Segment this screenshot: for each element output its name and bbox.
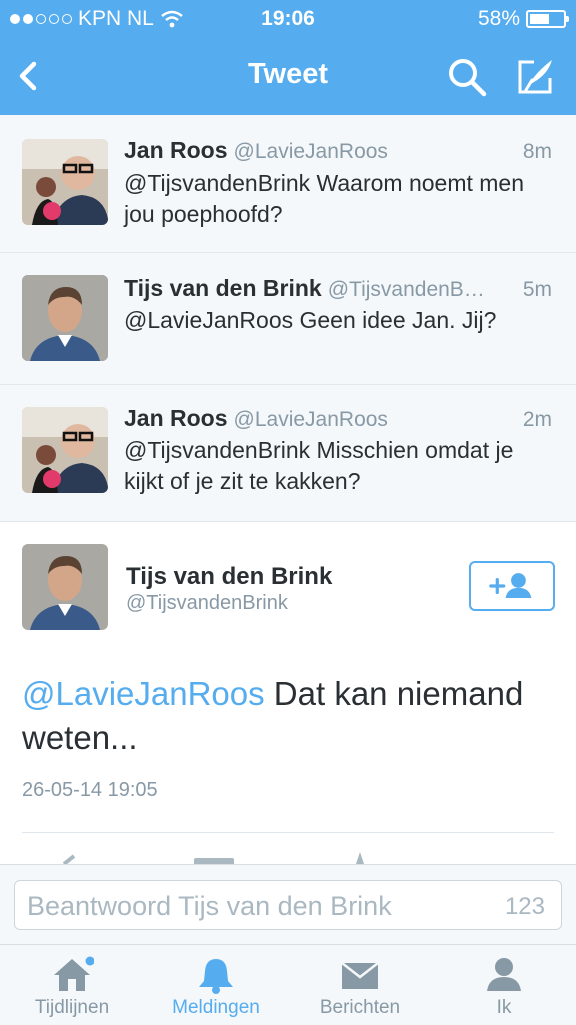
author-name-text: Jan Roos xyxy=(124,405,228,431)
bell-icon xyxy=(199,959,233,994)
author-name-text: Tijs van den Brink xyxy=(124,275,322,301)
battery-percentage: 58% xyxy=(477,7,520,30)
tweet-text: @TijsvandenBrink Misschien omdat je kijk… xyxy=(124,437,514,494)
reply-icon xyxy=(62,854,76,864)
author-handle: @LavieJanRoos xyxy=(233,140,388,163)
author-handle: @TijsvandenB… xyxy=(327,278,485,301)
reply-bar: Beantwoord Tijs van den Brink 123 xyxy=(0,864,576,945)
tweet-timestamp: 8m xyxy=(522,140,552,163)
tab-label: Ik xyxy=(496,997,512,1018)
author-name[interactable]: Tijs van den Brink @TijsvandenB… xyxy=(124,275,485,302)
search-icon[interactable] xyxy=(446,56,488,98)
tab-notifications[interactable]: Meldingen xyxy=(144,945,288,1025)
compose-tweet-icon[interactable] xyxy=(514,56,556,98)
tweet-timestamp: 2m xyxy=(522,408,552,431)
avatar[interactable] xyxy=(22,407,108,493)
tweet-text: @TijsvandenBrink Waarom noemt men jou po… xyxy=(124,170,525,227)
battery-icon xyxy=(526,10,569,28)
author-name[interactable]: Tijs van den Brink xyxy=(126,563,332,591)
tweet-row[interactable]: Jan Roos @LavieJanRoos 2m @TijsvandenBrin… xyxy=(0,385,576,522)
person-icon xyxy=(487,958,521,991)
status-bar: KPN NL 19:06 58% xyxy=(0,0,576,38)
top-bar: KPN NL 19:06 58% Tweet xyxy=(0,0,576,115)
avatar[interactable] xyxy=(22,139,108,225)
tab-bar: Tijdlijnen Meldingen Berichten Ik xyxy=(0,944,576,1025)
divider xyxy=(22,832,554,833)
author-name-text: Jan Roos xyxy=(124,137,228,163)
envelope-icon xyxy=(341,962,379,989)
tab-label: Meldingen xyxy=(172,997,260,1018)
author-handle: @LavieJanRoos xyxy=(233,408,388,431)
page-title: Tweet xyxy=(247,58,329,90)
reply-placeholder: Beantwoord Tijs van den Brink xyxy=(27,891,392,921)
character-count: 123 xyxy=(504,893,545,920)
tweet-row[interactable]: Tijs van den Brink @TijsvandenB… 5m @Lavi… xyxy=(0,253,576,385)
action-bar xyxy=(62,852,364,864)
nav-bar: Tweet xyxy=(0,38,576,115)
focused-tweet: Tijs van den Brink @TijsvandenBrink @Lav… xyxy=(0,522,576,864)
home-icon xyxy=(54,956,94,991)
notification-dot-icon xyxy=(85,956,94,966)
favorite-icon xyxy=(356,852,364,864)
avatar[interactable] xyxy=(22,544,108,630)
tweet-row[interactable]: Jan Roos @LavieJanRoos 8m @TijsvandenBrin… xyxy=(0,115,576,253)
tab-me[interactable]: Ik xyxy=(432,945,576,1025)
status-right: 58% xyxy=(477,7,569,31)
tweet-timestamp: 5m xyxy=(522,278,552,301)
reply-input[interactable]: Beantwoord Tijs van den Brink 123 xyxy=(14,880,562,930)
author-handle[interactable]: @TijsvandenBrink xyxy=(126,592,288,615)
author-name[interactable]: Jan Roos @LavieJanRoos xyxy=(124,137,388,164)
tab-label: Tijdlijnen xyxy=(34,997,110,1018)
avatar[interactable] xyxy=(22,275,108,361)
follow-button[interactable] xyxy=(469,561,555,611)
tab-messages[interactable]: Berichten xyxy=(288,945,432,1025)
tweet-text: @LavieJanRoos Geen idee Jan. Jij? xyxy=(124,307,497,333)
tweet-text: @LavieJanRoos Dat kan niemand weten... xyxy=(22,672,562,760)
battery-fill xyxy=(530,14,549,24)
tab-timelines[interactable]: Tijdlijnen xyxy=(0,945,144,1025)
tweet-date: 26-05-14 19:05 xyxy=(22,779,158,801)
mention-link[interactable]: @LavieJanRoos xyxy=(22,675,265,712)
author-name[interactable]: Jan Roos @LavieJanRoos xyxy=(124,405,388,432)
tab-label: Berichten xyxy=(319,997,401,1018)
